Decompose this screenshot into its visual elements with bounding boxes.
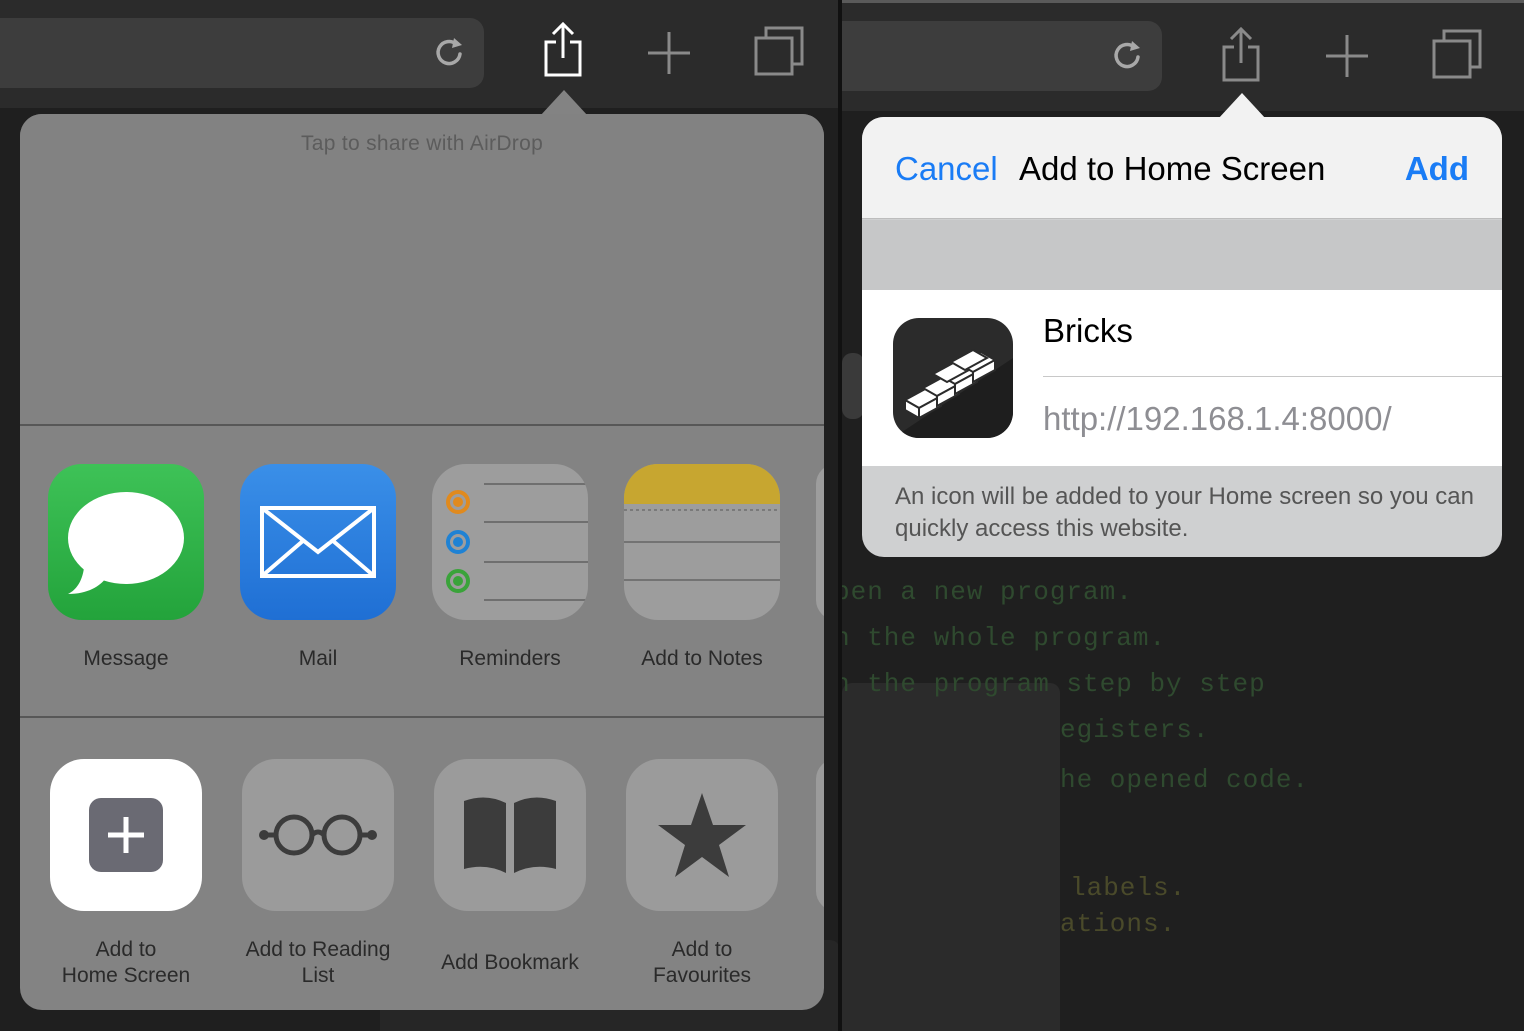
add-button[interactable]: Add <box>1405 150 1469 188</box>
share-app-notes[interactable]: Add to Notes <box>624 464 780 672</box>
share-icon[interactable] <box>540 20 586 78</box>
dialog-popover-arrow <box>1218 93 1266 119</box>
code-line: ations. <box>1060 909 1177 939</box>
dialog-spacer <box>862 220 1502 290</box>
tabs-icon[interactable] <box>752 24 806 78</box>
bricks-icon <box>893 348 1013 438</box>
add-to-home-panel: pen a new program. n the whole program. … <box>842 0 1524 1031</box>
action-add-bookmark[interactable]: Add Bookmark <box>432 759 588 976</box>
code-line: labels. <box>1070 873 1187 903</box>
share-icon[interactable] <box>1218 25 1264 83</box>
address-bar[interactable] <box>0 18 484 88</box>
field-separator <box>1043 376 1502 377</box>
glasses-icon <box>259 814 377 856</box>
reminders-icon <box>446 483 588 601</box>
code-line: pen a new program. <box>842 577 1133 607</box>
share-sheet: Tap to share with AirDrop Message Mail R… <box>20 114 824 1010</box>
action-label: Add to Reading List <box>245 938 391 987</box>
app-icon <box>893 318 1013 438</box>
background-panel <box>842 353 864 419</box>
mail-icon <box>260 506 376 578</box>
star-icon <box>658 793 746 877</box>
share-popover-arrow <box>540 90 588 116</box>
plus-square-icon <box>89 798 163 872</box>
code-line: n the whole program. <box>842 623 1167 653</box>
reload-icon[interactable] <box>1108 35 1148 75</box>
tabs-icon[interactable] <box>1430 27 1484 81</box>
dialog-form: http://192.168.1.4:8000/ <box>862 290 1502 466</box>
share-app-message[interactable]: Message <box>48 464 204 672</box>
separator <box>20 424 824 426</box>
app-name-field[interactable] <box>1043 312 1483 350</box>
new-tab-icon[interactable] <box>646 30 692 76</box>
separator <box>20 716 824 718</box>
app-row: Message Mail Reminders Add to Notes <box>20 464 824 714</box>
add-to-home-dialog: Cancel Add to Home Screen Add Bricks htt… <box>862 117 1502 557</box>
airdrop-area[interactable]: Tap to share with AirDrop <box>20 114 824 424</box>
code-line: n the program step by step <box>842 669 1266 699</box>
notes-icon <box>624 464 780 581</box>
action-add-to-reading-list[interactable]: Add to Reading List <box>240 759 396 989</box>
app-label: Add to Notes <box>641 647 763 670</box>
share-app-more-peek[interactable] <box>816 464 824 620</box>
cancel-button[interactable]: Cancel <box>895 150 998 188</box>
share-app-reminders[interactable]: Reminders <box>432 464 588 672</box>
background-overlay-panel <box>842 683 1060 1031</box>
new-tab-icon[interactable] <box>1324 33 1370 79</box>
app-label: Reminders <box>459 647 561 670</box>
action-add-to-favourites[interactable]: Add to Favourites <box>624 759 780 989</box>
airdrop-hint: Tap to share with AirDrop <box>300 132 544 155</box>
dialog-header: Cancel Add to Home Screen Add <box>862 117 1502 219</box>
action-label: Add to Home Screen <box>61 938 191 987</box>
dialog-note: An icon will be added to your Home scree… <box>895 483 1474 542</box>
app-url: http://192.168.1.4:8000/ <box>1043 400 1392 437</box>
safari-toolbar <box>0 0 842 108</box>
reload-icon[interactable] <box>430 32 470 72</box>
action-add-to-home-screen[interactable]: Add to Home Screen <box>48 759 204 989</box>
share-app-mail[interactable]: Mail <box>240 464 396 672</box>
share-sheet-panel: Tap to share with AirDrop Message Mail R… <box>0 0 842 1031</box>
action-label: Add to Favourites <box>652 938 752 987</box>
app-label: Message <box>83 647 169 670</box>
code-line: egisters. <box>1060 715 1210 745</box>
book-icon <box>464 797 556 873</box>
action-more-peek[interactable] <box>816 759 824 911</box>
dialog-title: Add to Home Screen <box>1019 150 1326 187</box>
message-icon <box>68 492 184 594</box>
code-line: he opened code. <box>1060 765 1310 795</box>
action-row: Add to Home Screen Add to Reading List A… <box>20 759 824 1009</box>
action-label: Add Bookmark <box>441 951 579 974</box>
safari-toolbar <box>842 3 1524 111</box>
app-label: Mail <box>298 647 338 670</box>
